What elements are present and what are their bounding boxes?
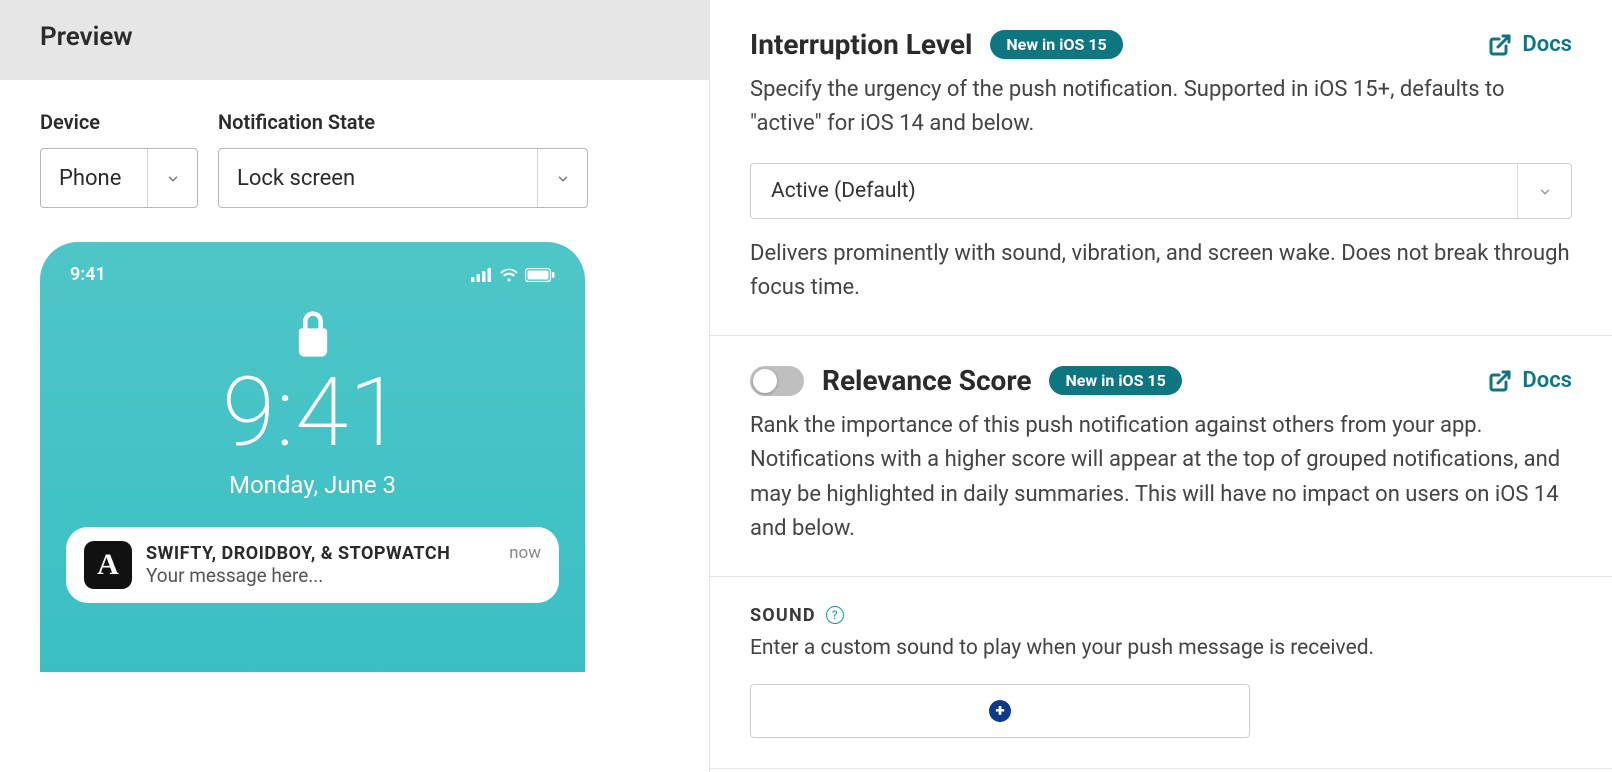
sound-label: SOUND [750, 605, 816, 626]
device-select[interactable]: Phone [40, 148, 198, 208]
chevron-down-icon [537, 149, 587, 207]
signal-icon [471, 268, 493, 282]
battery-icon [525, 268, 555, 282]
preview-header: Preview [0, 0, 709, 80]
external-link-icon [1488, 33, 1512, 57]
relevance-title: Relevance Score [822, 364, 1031, 397]
notification-state-select[interactable]: Lock screen [218, 148, 588, 208]
interruption-level-section: Interruption Level New in iOS 15 Docs Sp… [710, 0, 1612, 336]
sound-add-button[interactable]: + [750, 684, 1250, 738]
relevance-toggle[interactable] [750, 366, 804, 396]
notification-card: A SWIFTY, DROIDBOY, & STOPWATCH Your mes… [66, 527, 559, 603]
docs-link[interactable]: Docs [1488, 368, 1572, 393]
notification-time: now [509, 543, 541, 563]
help-icon[interactable]: ? [826, 606, 844, 624]
lockscreen-time: 9:41 [66, 365, 559, 461]
wifi-icon [499, 268, 519, 282]
chevron-down-icon [1517, 164, 1571, 218]
interruption-level-select[interactable]: Active (Default) [750, 163, 1572, 219]
chevron-down-icon [147, 149, 197, 207]
notification-app-icon: A [84, 541, 132, 589]
toggle-knob [753, 369, 777, 393]
interruption-title: Interruption Level [750, 28, 972, 61]
preview-title: Preview [40, 22, 669, 52]
ios15-badge: New in iOS 15 [990, 30, 1122, 59]
interruption-description: Specify the urgency of the push notifica… [750, 73, 1572, 141]
device-label: Device [40, 110, 198, 134]
sound-section: SOUND ? Enter a custom sound to play whe… [710, 577, 1612, 769]
phone-preview: 9:41 9:41 Monday, June 3 A SWIFTY, DROID… [40, 242, 585, 672]
interruption-helper-text: Delivers prominently with sound, vibrati… [750, 237, 1572, 305]
device-select-value: Phone [41, 166, 147, 191]
notification-message: Your message here... [146, 564, 495, 587]
ios15-badge: New in iOS 15 [1049, 366, 1181, 395]
lockscreen-date: Monday, June 3 [66, 471, 559, 499]
docs-link[interactable]: Docs [1488, 32, 1572, 57]
relevance-description: Rank the importance of this push notific… [750, 409, 1572, 545]
notification-title: SWIFTY, DROIDBOY, & STOPWATCH [146, 543, 495, 564]
relevance-score-section: Relevance Score New in iOS 15 Docs Rank … [710, 336, 1612, 576]
lock-icon [66, 311, 559, 357]
docs-link-label: Docs [1522, 368, 1572, 393]
status-time: 9:41 [70, 264, 106, 285]
interruption-select-value: Active (Default) [751, 179, 1517, 203]
external-link-icon [1488, 369, 1512, 393]
docs-link-label: Docs [1522, 32, 1572, 57]
status-icons [471, 268, 555, 282]
state-label: Notification State [218, 110, 588, 134]
sound-description: Enter a custom sound to play when your p… [750, 636, 1572, 660]
plus-icon: + [989, 700, 1011, 722]
state-select-value: Lock screen [219, 166, 537, 191]
